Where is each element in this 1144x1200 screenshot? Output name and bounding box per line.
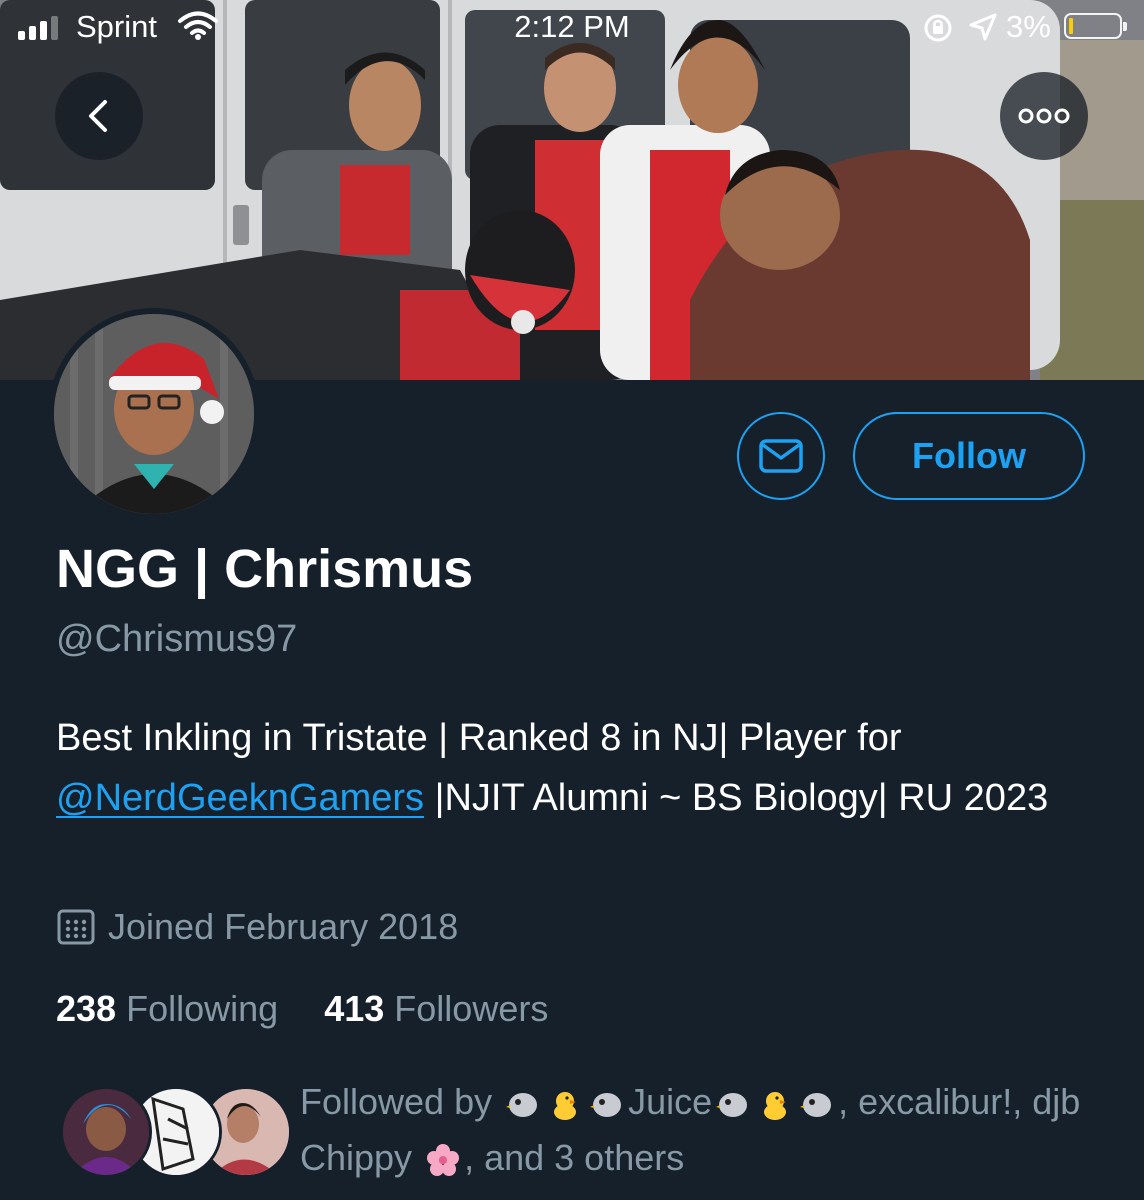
follower-avatar [60,1086,152,1178]
joined-text: Joined February 2018 [108,906,459,947]
follow-stats: 238 Following 413 Followers [56,988,548,1030]
followers-label: Followers [394,988,549,1029]
rotation-lock-icon [922,12,954,52]
following-link[interactable]: 238 Following [56,988,278,1029]
more-options-button[interactable] [1000,72,1088,160]
followed-by-suffix: , and 3 others [464,1137,685,1178]
profile-bio: Best Inkling in Tristate | Ranked 8 in N… [56,708,1096,828]
following-label: Following [126,988,279,1029]
followers-link[interactable]: 413 Followers [324,988,548,1029]
status-bar: Sprint 2:12 PM 3% [0,0,1144,56]
followers-count: 413 [324,988,385,1029]
bird-emoji-icon [590,1093,622,1118]
followed-by-text[interactable]: Followed by Juice, excalibur!, djb Chipp… [300,1074,1120,1186]
calendar-icon [57,909,95,945]
joined-date: Joined February 2018 [56,906,458,948]
direct-message-button[interactable] [737,412,825,500]
followed-by-prefix: Followed by [300,1081,493,1122]
following-count: 238 [56,988,117,1029]
bird-emoji-icon [506,1093,538,1118]
followed-by-avatars[interactable] [60,1086,292,1178]
bird-emoji-icon [800,1093,832,1118]
user-handle: @Chrismus97 [56,618,298,660]
battery-percent: 3% [1006,9,1051,44]
envelope-icon [759,439,803,473]
avatar-image [54,314,254,514]
more-icon [1018,108,1070,124]
bio-text-part1: Best Inkling in Tristate | Ranked 8 in N… [56,717,902,759]
bird-emoji-icon [716,1093,748,1118]
follower-name-juice: Juice [628,1081,713,1122]
chick-emoji-icon [554,1092,577,1121]
chevron-left-icon [89,100,107,132]
back-button[interactable] [55,72,143,160]
follow-button[interactable]: Follow [853,412,1085,500]
cherry-blossom-emoji-icon [427,1144,460,1177]
bio-mention-link[interactable]: @NerdGeeknGamers [56,777,424,819]
location-arrow-icon [968,12,998,50]
battery-icon [1064,13,1127,39]
chick-emoji-icon [764,1092,787,1121]
profile-avatar[interactable] [48,308,260,520]
display-name: NGG | Chrismus [56,539,474,599]
bio-text-part2: |NJIT Alumni ~ BS Biology| RU 2023 [424,777,1049,819]
